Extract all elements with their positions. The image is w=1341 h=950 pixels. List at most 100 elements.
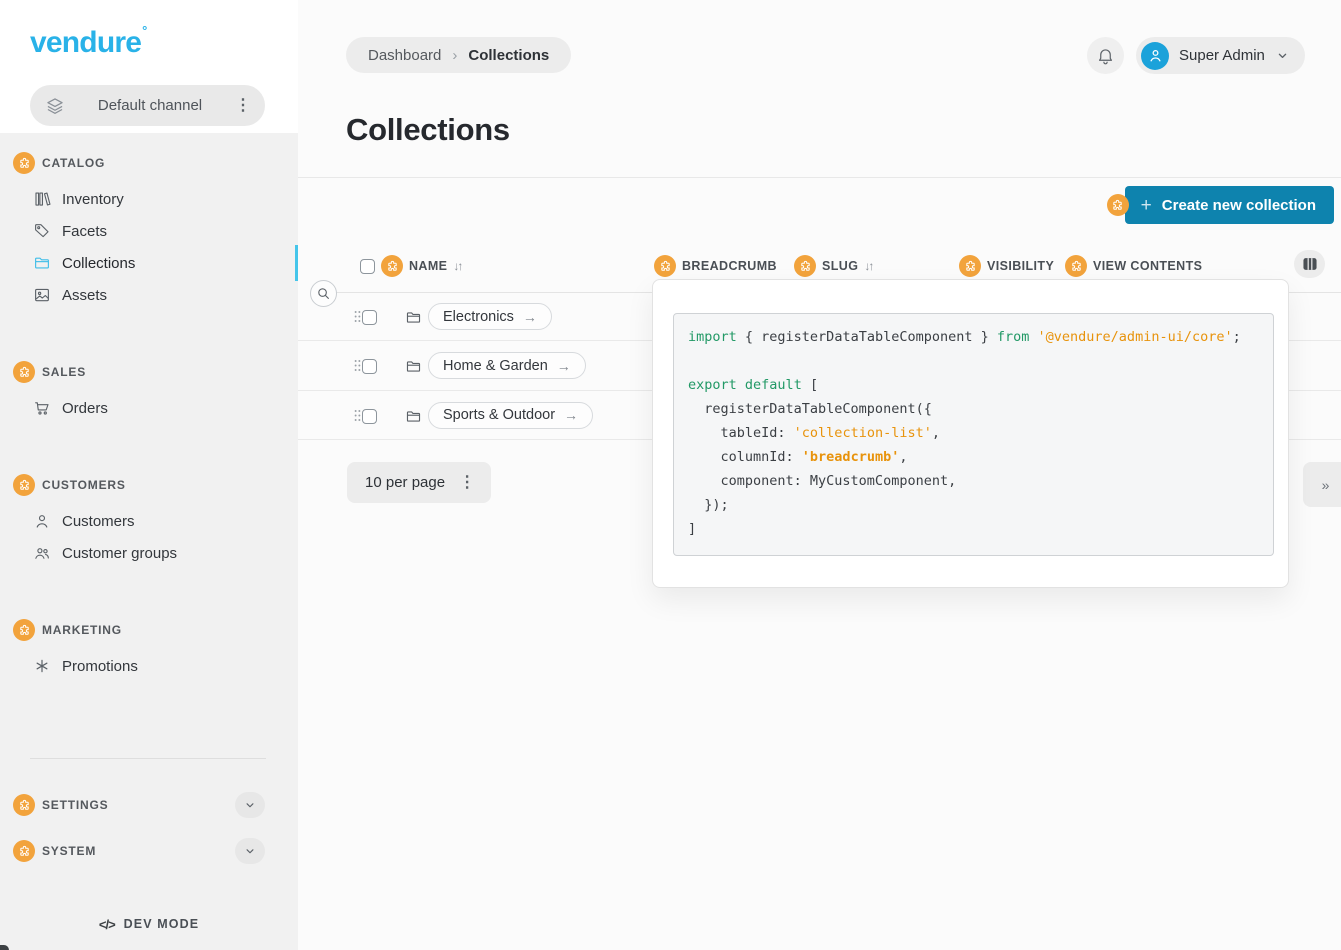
- sidebar-item-label: Customers: [62, 513, 135, 530]
- code-token: });: [688, 497, 729, 513]
- code-line: export default [: [688, 373, 1259, 397]
- section-label: CUSTOMERS: [42, 478, 126, 492]
- vendure-logo[interactable]: vendure°: [30, 26, 147, 60]
- code-token: { registerDataTableComponent }: [737, 329, 997, 345]
- sidebar-section-system[interactable]: SYSTEM: [0, 835, 298, 867]
- code-token: registerDataTableComponent({: [688, 401, 932, 417]
- collections-icon: [33, 254, 51, 272]
- header-divider: [298, 177, 1341, 178]
- create-new-collection-button[interactable]: + Create new collection: [1125, 186, 1334, 224]
- dev-badge-icon[interactable]: [959, 255, 981, 277]
- inventory-icon: [33, 190, 51, 208]
- sidebar-item-label: Inventory: [62, 191, 124, 208]
- sort-icon[interactable]: ↓↑: [453, 259, 461, 273]
- dev-badge-icon[interactable]: [13, 840, 35, 862]
- column-label: SLUG: [822, 259, 858, 273]
- sidebar-section-settings[interactable]: SETTINGS: [0, 789, 298, 821]
- channel-label: Default channel: [65, 97, 235, 114]
- sidebar-item-promotions[interactable]: Promotions: [0, 650, 298, 682]
- collection-name: Electronics: [443, 309, 514, 325]
- search-button[interactable]: [310, 280, 337, 307]
- row-checkbox[interactable]: [362, 310, 377, 325]
- row-checkbox[interactable]: [362, 359, 377, 374]
- column-label: NAME: [409, 259, 447, 273]
- sidebar-item-label: Assets: [62, 287, 107, 304]
- user-menu[interactable]: Super Admin: [1136, 37, 1305, 74]
- code-snippet: import { registerDataTableComponent } fr…: [673, 313, 1274, 556]
- channel-switcher[interactable]: Default channel ⋮: [30, 85, 265, 126]
- sidebar-item-label: Facets: [62, 223, 107, 240]
- section-items: Orders: [0, 392, 298, 424]
- column-settings-button[interactable]: [1294, 250, 1325, 278]
- code-token: component: MyCustomComponent,: [688, 473, 956, 489]
- kebab-icon[interactable]: ⋮: [235, 98, 251, 114]
- select-all-checkbox[interactable]: [360, 259, 375, 274]
- promotions-icon: [33, 657, 51, 675]
- dev-badge-icon[interactable]: [1107, 194, 1129, 216]
- notifications-button[interactable]: [1087, 37, 1124, 74]
- dev-badge-icon[interactable]: [13, 794, 35, 816]
- column-header-view-contents[interactable]: VIEW CONTENTS: [1065, 252, 1202, 280]
- dev-badge-icon[interactable]: [794, 255, 816, 277]
- collection-name: Sports & Outdoor: [443, 407, 555, 423]
- code-token: ]: [688, 521, 696, 537]
- code-token: [1029, 329, 1037, 345]
- drag-handle-icon[interactable]: [353, 309, 362, 324]
- dev-badge-icon[interactable]: [381, 255, 403, 277]
- arrow-right-icon: →: [523, 309, 537, 325]
- chevron-right-icon: ›: [452, 47, 457, 64]
- sort-icon[interactable]: ↓↑: [864, 259, 872, 273]
- sidebar-item-facets[interactable]: Facets: [0, 215, 298, 247]
- collection-link-home-garden[interactable]: Home & Garden→: [428, 352, 586, 379]
- code-line: columnId: 'breadcrumb',: [688, 445, 1259, 469]
- breadcrumb-collections[interactable]: Collections: [468, 47, 549, 64]
- search-icon: [316, 286, 331, 301]
- column-header-breadcrumb[interactable]: BREADCRUMB: [654, 252, 777, 280]
- sidebar-item-customers[interactable]: Customers: [0, 505, 298, 537]
- expand-section-button[interactable]: [235, 792, 265, 818]
- sidebar-item-orders[interactable]: Orders: [0, 392, 298, 424]
- code-token: ,: [932, 425, 940, 441]
- per-page-selector[interactable]: 10 per page ⋮: [347, 462, 491, 503]
- drag-handle-icon[interactable]: [353, 358, 362, 373]
- create-button-label: Create new collection: [1162, 197, 1316, 214]
- breadcrumb: Dashboard › Collections: [346, 37, 571, 73]
- sidebar-item-inventory[interactable]: Inventory: [0, 183, 298, 215]
- collection-link-sports-outdoor[interactable]: Sports & Outdoor→: [428, 402, 593, 429]
- column-label: VIEW CONTENTS: [1093, 259, 1202, 273]
- code-token: 'breadcrumb': [802, 449, 900, 465]
- column-header-visibility[interactable]: VISIBILITY: [959, 252, 1054, 280]
- logo-text: vendure: [30, 26, 141, 59]
- column-label: BREADCRUMB: [682, 259, 777, 273]
- dev-badge-icon[interactable]: [13, 361, 35, 383]
- expand-section-button[interactable]: [235, 838, 265, 864]
- sidebar-item-customer-groups[interactable]: Customer groups: [0, 537, 298, 569]
- dev-badge-icon[interactable]: [654, 255, 676, 277]
- dev-badge-icon[interactable]: [1065, 255, 1087, 277]
- sidebar-item-collections[interactable]: Collections: [0, 247, 298, 279]
- section-header-settings: SETTINGS: [13, 794, 108, 816]
- dev-badge-icon[interactable]: [13, 619, 35, 641]
- drag-handle-icon[interactable]: [353, 408, 362, 423]
- columns-icon: [1301, 256, 1319, 272]
- facets-icon: [33, 222, 51, 240]
- section-label: CATALOG: [42, 156, 105, 170]
- row-checkbox[interactable]: [362, 409, 377, 424]
- dev-badge-icon[interactable]: [13, 152, 35, 174]
- sidebar-item-assets[interactable]: Assets: [0, 279, 298, 311]
- code-line: [688, 349, 1259, 373]
- code-token: '@vendure/admin-ui/core': [1038, 329, 1233, 345]
- dev-badge-icon[interactable]: [13, 474, 35, 496]
- sidebar-item-label: Customer groups: [62, 545, 177, 562]
- logo-mark: °: [142, 23, 146, 38]
- dev-mode-toggle[interactable]: </> DEV MODE: [0, 910, 298, 938]
- next-page-button[interactable]: »: [1303, 462, 1341, 507]
- page-title: Collections: [346, 112, 510, 148]
- code-token: ,: [899, 449, 907, 465]
- code-token: ;: [1233, 329, 1241, 345]
- column-header-slug[interactable]: SLUG ↓↑: [794, 252, 872, 280]
- collection-link-electronics[interactable]: Electronics →: [428, 303, 552, 330]
- column-header-name[interactable]: NAME ↓↑: [360, 252, 461, 280]
- sidebar-item-label: Orders: [62, 400, 108, 417]
- breadcrumb-dashboard[interactable]: Dashboard: [368, 47, 441, 64]
